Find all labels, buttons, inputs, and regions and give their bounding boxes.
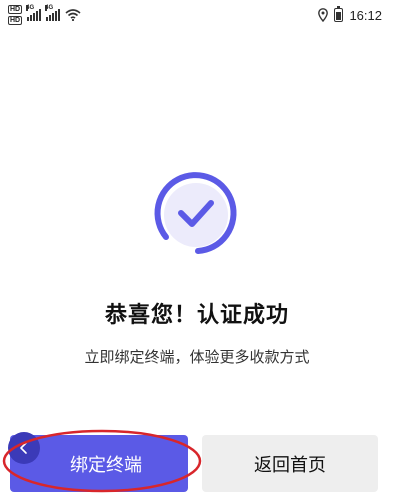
sim1-hd-badge: HD <box>8 5 23 14</box>
status-bar: HD HD 4G 4G 16:12 <box>0 0 394 30</box>
chevron-left-icon <box>20 442 27 454</box>
battery-icon <box>334 6 344 22</box>
sim2-network-label: 4G <box>45 5 54 11</box>
status-time: 16:12 <box>349 7 382 23</box>
location-icon <box>318 8 329 22</box>
checkmark-circle-icon <box>154 172 237 254</box>
sim2-hd-badge: HD <box>8 16 23 25</box>
wifi-icon <box>65 9 81 21</box>
sim2-signal-icon: 4G <box>45 5 61 21</box>
page-subtitle: 立即绑定终端，体验更多收款方式 <box>84 348 310 366</box>
hd-badges: HD HD <box>8 5 23 25</box>
status-bar-left: HD HD 4G 4G <box>8 5 81 25</box>
return-home-button[interactable]: 返回首页 <box>202 435 378 492</box>
sim1-signal-icon: 4G <box>26 5 42 21</box>
sim1-network-label: 4G <box>26 5 35 11</box>
status-bar-right: 16:12 <box>318 6 382 24</box>
back-button[interactable] <box>8 432 40 464</box>
page-title: 恭喜您！认证成功 <box>104 303 289 328</box>
